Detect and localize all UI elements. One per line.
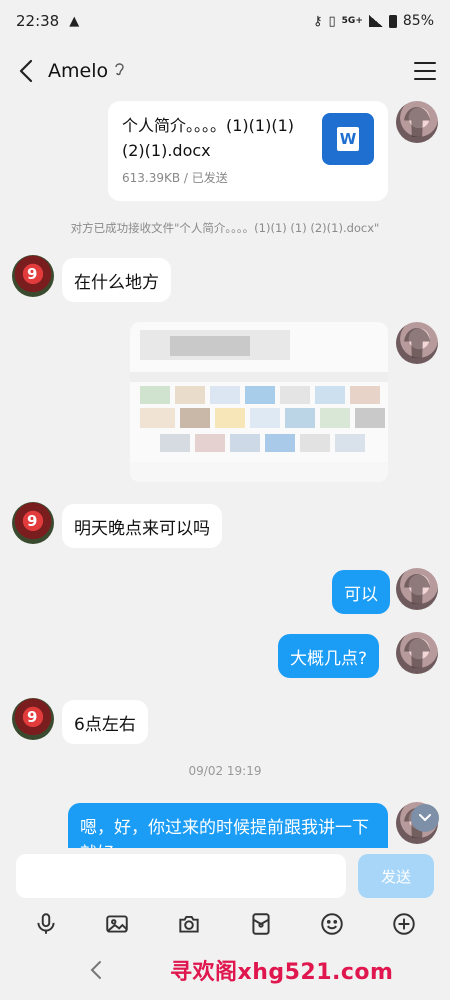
image-icon bbox=[106, 915, 129, 933]
microphone-icon bbox=[37, 913, 55, 934]
word-document-icon: W bbox=[322, 113, 374, 165]
incoming-message[interactable]: 在什么地方 bbox=[62, 258, 171, 302]
battery-icon bbox=[388, 14, 397, 28]
image-message[interactable] bbox=[130, 322, 388, 482]
more-button[interactable] bbox=[389, 909, 419, 939]
message-timestamp: 09/02 19:19 bbox=[188, 764, 262, 778]
system-note: 对方已成功接收文件"个人简介。。。。(1)(1) (1) (2)(1).docx… bbox=[70, 221, 380, 235]
network-type: 5G+ bbox=[341, 16, 363, 26]
chevron-left-icon bbox=[19, 59, 33, 83]
file-message[interactable]: 个人简介。。。。(1)(1)(1) (2)(1).docx 613.39KB /… bbox=[108, 101, 388, 201]
menu-button[interactable] bbox=[414, 62, 436, 80]
sim-icon: ▯ bbox=[328, 13, 336, 29]
my-avatar[interactable] bbox=[396, 322, 438, 364]
my-avatar[interactable] bbox=[396, 101, 438, 143]
outgoing-message[interactable]: 大概几点? bbox=[278, 634, 380, 678]
watermark: 寻欢阁xhg521.com bbox=[170, 960, 394, 985]
system-back-button[interactable] bbox=[90, 958, 102, 986]
chat-header: Amelo bbox=[0, 48, 450, 94]
plus-circle-icon bbox=[393, 913, 415, 935]
contact-avatar[interactable] bbox=[12, 698, 54, 740]
contact-avatar[interactable] bbox=[12, 502, 54, 544]
my-avatar[interactable] bbox=[396, 568, 438, 610]
camera-button[interactable] bbox=[174, 909, 204, 939]
file-name: 个人简介。。。。(1)(1)(1) (2)(1).docx bbox=[122, 116, 294, 160]
camera-icon bbox=[179, 915, 199, 933]
contact-avatar[interactable] bbox=[12, 255, 54, 297]
emoji-icon bbox=[321, 913, 344, 935]
chevron-down-icon bbox=[419, 814, 431, 822]
voice-button[interactable] bbox=[31, 909, 61, 939]
photo-button[interactable] bbox=[102, 909, 132, 939]
file-meta: 613.39KB / 已发送 bbox=[122, 171, 228, 185]
message-input[interactable] bbox=[16, 854, 346, 898]
ear-icon bbox=[114, 62, 125, 80]
my-avatar[interactable] bbox=[396, 632, 438, 674]
status-time: 22:38 bbox=[16, 12, 60, 30]
app-notification-icon: ▲ bbox=[69, 13, 80, 29]
signal-icon bbox=[368, 15, 383, 27]
outgoing-message[interactable]: 可以 bbox=[332, 570, 390, 614]
status-bar: 22:38 ▲ ⚷ ▯ 5G+ 85% bbox=[0, 0, 450, 42]
input-toolbar bbox=[0, 906, 450, 942]
menu-icon bbox=[414, 62, 436, 64]
battery-level: 85% bbox=[402, 13, 434, 29]
incoming-message[interactable]: 明天晚点来可以吗 bbox=[62, 504, 222, 548]
send-button[interactable]: 发送 bbox=[358, 854, 434, 898]
emoji-button[interactable] bbox=[317, 909, 347, 939]
back-button[interactable] bbox=[14, 55, 38, 87]
chat-title: Amelo bbox=[48, 60, 109, 82]
chevron-left-icon bbox=[90, 961, 101, 979]
incoming-message[interactable]: 6点左右 bbox=[62, 700, 148, 744]
scroll-to-bottom-button[interactable] bbox=[411, 804, 439, 832]
key-icon: ⚷ bbox=[312, 13, 323, 29]
red-packet-icon bbox=[252, 913, 270, 935]
composer: 发送 bbox=[0, 848, 450, 908]
red-packet-button[interactable] bbox=[246, 909, 276, 939]
